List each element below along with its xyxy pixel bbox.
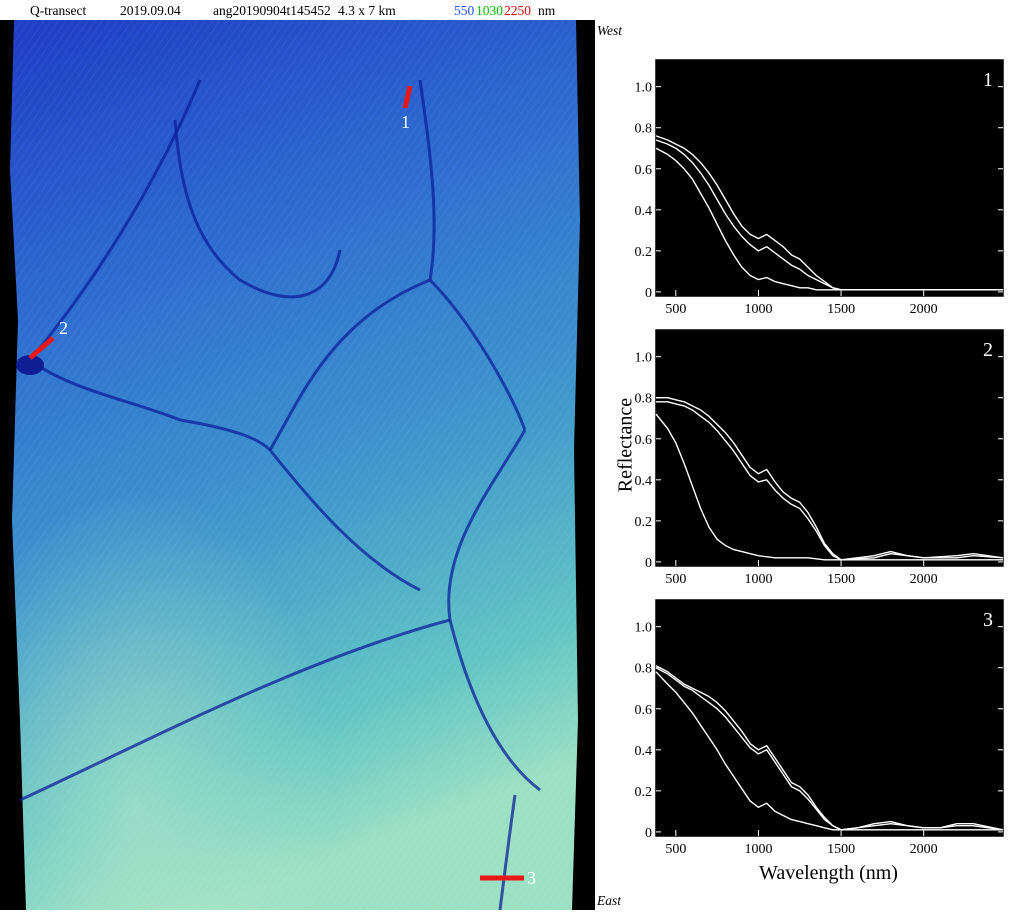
y-tick-label: 0 [645, 286, 652, 301]
scene-id: ang20190904t145452 [213, 3, 331, 18]
x-tick-label: 1000 [744, 842, 772, 857]
scene-size: 4.3 x 7 km [338, 3, 396, 18]
transect-name: Q-transect [30, 3, 87, 18]
plot-area [655, 599, 1004, 837]
y-tick-label: 0.6 [635, 433, 653, 448]
wavelength-axis-label: Wavelength (nm) [759, 862, 898, 884]
y-tick-label: 1.0 [635, 621, 653, 636]
x-tick-label: 1000 [744, 302, 772, 317]
x-tick-label: 2000 [910, 302, 938, 317]
band-blue-label: 550 [454, 3, 475, 18]
x-tick-label: 500 [665, 302, 686, 317]
band-green-label: 1030 [476, 3, 503, 18]
plot-area [655, 329, 1004, 567]
sample-marker-2-label: 2 [59, 318, 68, 338]
false-color-image: 1 2 3 [10, 20, 580, 911]
orientation-label-east: East [597, 893, 622, 908]
y-tick-label: 0.2 [635, 515, 653, 530]
plot-area [655, 59, 1004, 297]
y-tick-label: 0.4 [635, 474, 653, 489]
y-tick-label: 0.2 [635, 245, 653, 260]
panel-number-label: 2 [983, 339, 993, 361]
x-tick-label: 500 [665, 842, 686, 857]
panel-number-label: 1 [983, 69, 993, 91]
y-tick-label: 0.4 [635, 204, 653, 219]
x-tick-label: 2000 [910, 572, 938, 587]
y-tick-label: 0.6 [635, 163, 653, 178]
x-tick-label: 2000 [910, 842, 938, 857]
spectrum-chart-3: 0 0.2 0.4 0.6 0.8 1.0 500 1000 1500 2000 3 [635, 599, 1004, 857]
y-tick-label: 0.8 [635, 122, 653, 137]
false-color-image-panel: 1 2 3 [0, 20, 595, 911]
sample-marker-3-label: 3 [527, 868, 536, 888]
spectrum-chart-2: 0 0.2 0.4 0.6 0.8 1.0 500 1000 1500 2000 2 [635, 329, 1004, 587]
y-tick-label: 0.8 [635, 662, 653, 677]
y-tick-label: 0.2 [635, 785, 653, 800]
x-tick-label: 1000 [744, 572, 772, 587]
y-tick-label: 0.6 [635, 703, 653, 718]
band-red-label: 2250 [504, 3, 531, 18]
acquisition-date: 2019.09.04 [120, 3, 181, 18]
y-tick-label: 0.8 [635, 392, 653, 407]
spectrum-chart-1: 0 0.2 0.4 0.6 0.8 1.0 500 1000 1500 2000 1 [635, 59, 1004, 317]
x-tick-label: 1500 [827, 572, 855, 587]
x-tick-label: 1500 [827, 302, 855, 317]
y-tick-label: 0 [645, 826, 652, 841]
panel-number-label: 3 [983, 609, 993, 631]
y-tick-label: 1.0 [635, 351, 653, 366]
orientation-label-west: West [597, 23, 623, 38]
x-tick-label: 1500 [827, 842, 855, 857]
y-tick-label: 0.4 [635, 744, 653, 759]
x-tick-label: 500 [665, 572, 686, 587]
band-unit: nm [538, 3, 556, 18]
sample-marker-1-label: 1 [401, 112, 410, 132]
y-tick-label: 1.0 [635, 81, 653, 96]
figure-header: Q-transect 2019.09.04 ang20190904t145452… [0, 0, 600, 20]
y-tick-label: 0 [645, 556, 652, 571]
